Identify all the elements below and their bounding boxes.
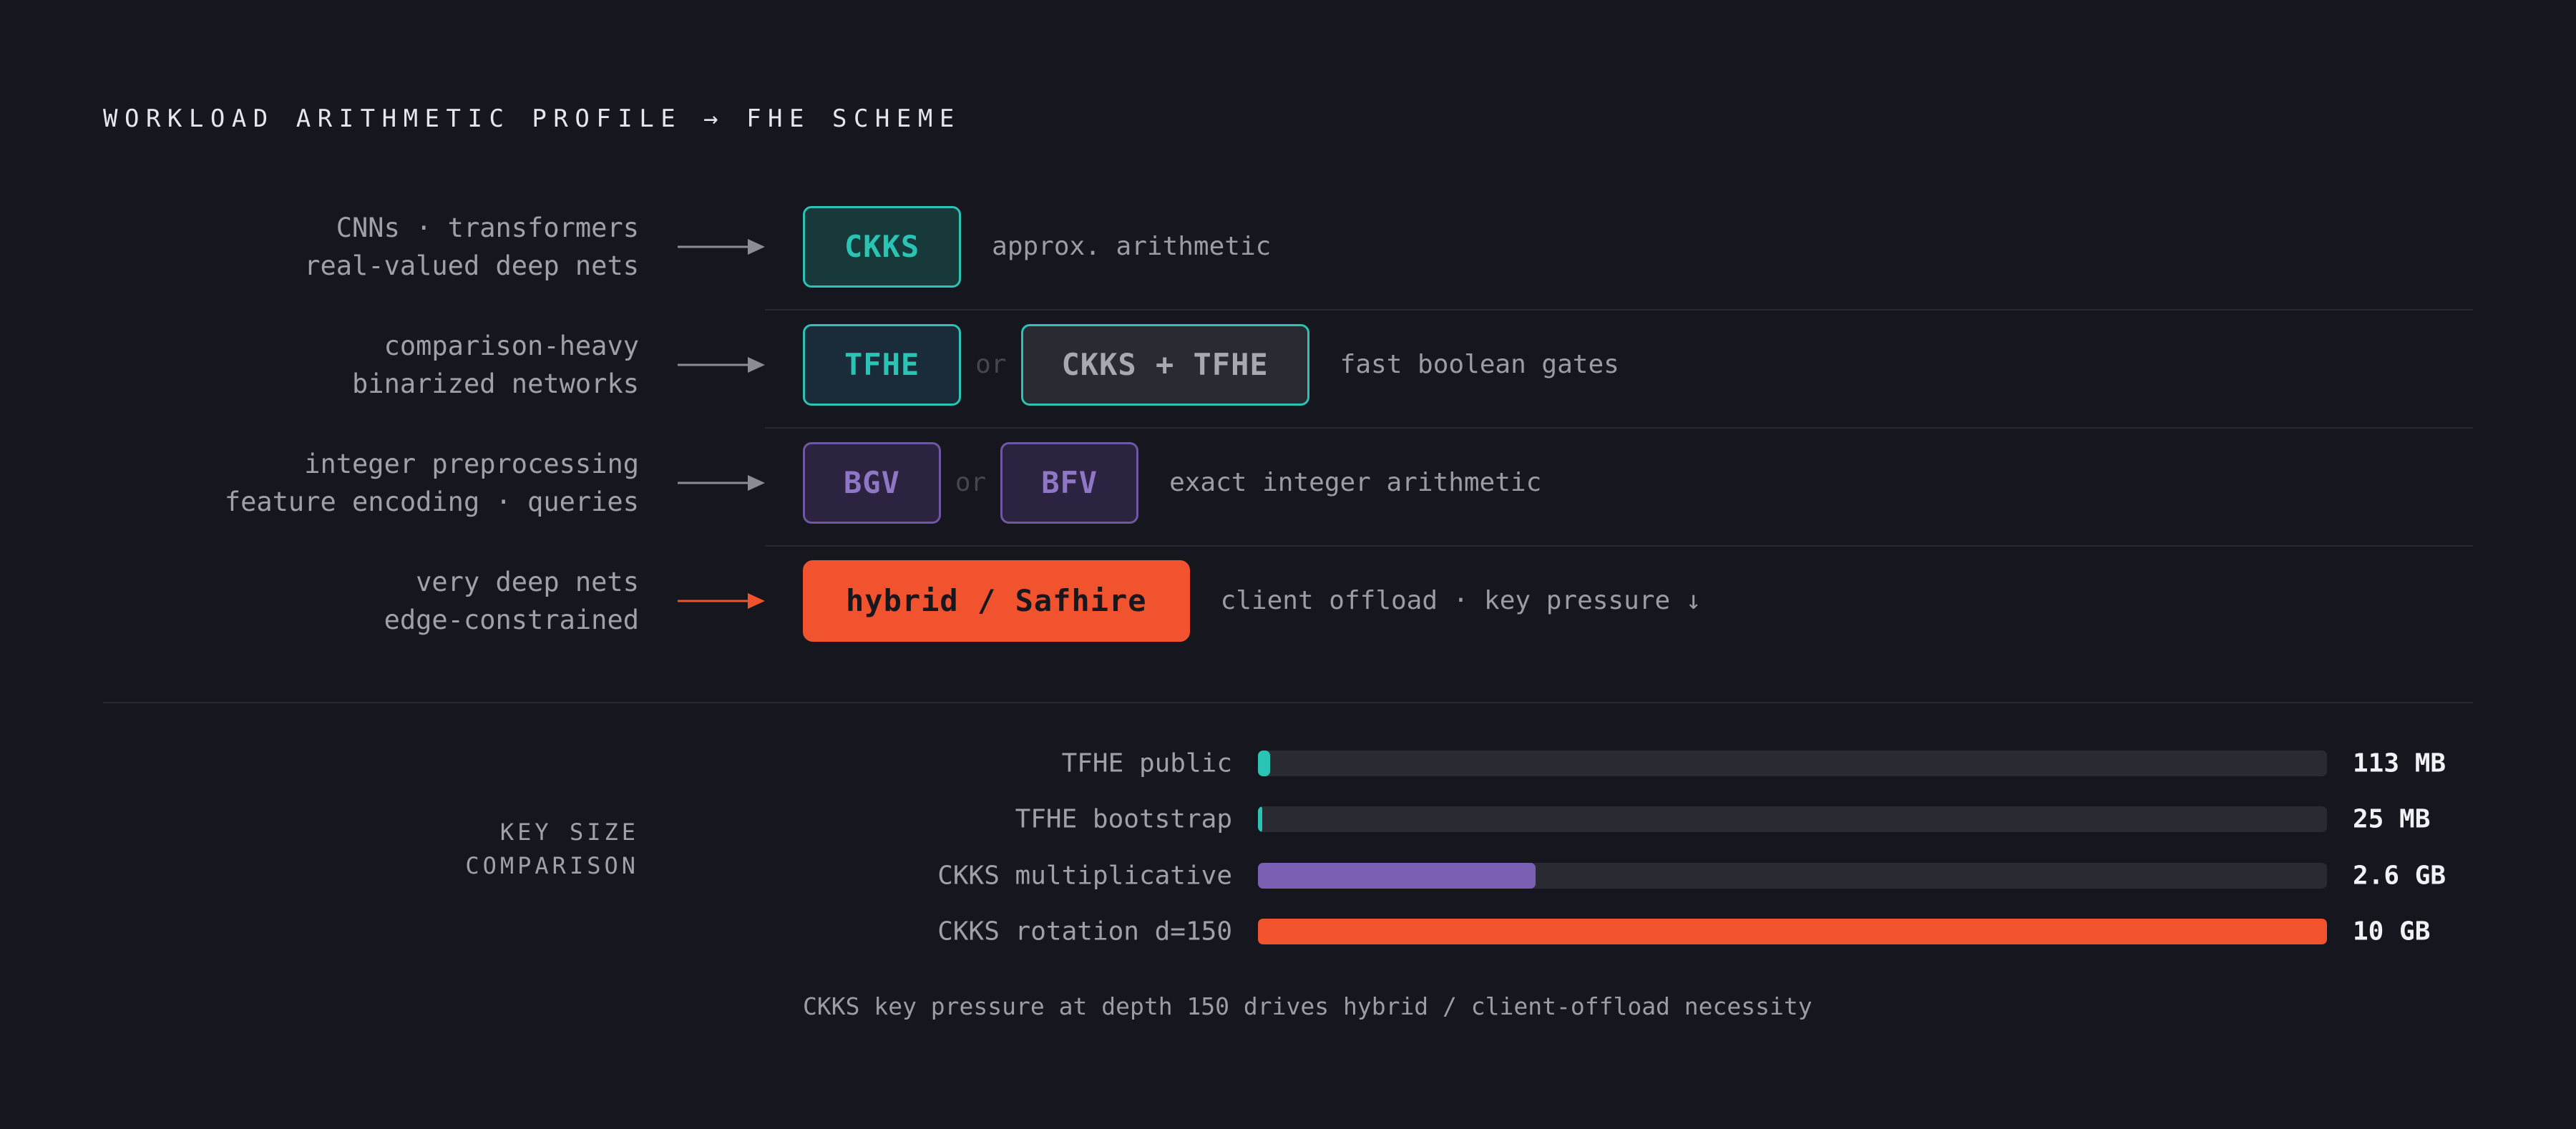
or-separator: or [955,468,987,497]
workload-line: very deep nets [416,566,639,597]
key-size-bar-fill [1258,919,2327,944]
scheme-description: fast boolean gates [1340,350,1619,379]
key-size-bar-value: 25 MB [2353,804,2431,834]
scheme-row-tfhe: comparison-heavy binarized networks TFHE… [0,306,2576,424]
diagram-title: WORKLOAD ARITHMETIC PROFILE → FHE SCHEME [103,104,961,133]
key-size-bar-track [1258,863,2327,889]
key-size-bar-label: TFHE public [1061,748,1232,778]
workload-line: real-valued deep nets [304,250,639,281]
scheme-chip-ckks-tfhe: CKKS + TFHE [1020,323,1309,406]
scheme-description: exact integer arithmetic [1169,468,1542,497]
section-divider [103,702,2473,703]
scheme-row-hybrid: very deep nets edge-constrained hybrid /… [0,542,2576,660]
arrow-right-icon [678,356,765,373]
arrow-right-icon [678,238,765,255]
scheme-row-ckks: CNNs · transformers real-valued deep net… [0,187,2576,306]
workload-line: feature encoding · queries [224,486,639,517]
key-size-bar-fill [1258,806,1262,832]
key-size-bar-row: CKKS rotation d=150 10 GB [0,910,2576,953]
workload-line: edge-constrained [384,604,639,635]
workload-line: CNNs · transformers [336,212,639,243]
scheme-chips: CKKS approx. arithmetic [803,205,1272,288]
key-size-bar-value: 10 GB [2353,917,2431,947]
scheme-chip-bfv: BFV [1000,441,1139,524]
key-size-bar-track [1258,919,2327,944]
scheme-description: client offload · key pressure ↓ [1220,586,1702,615]
scheme-chip-hybrid-safhire: hybrid / Safhire [803,559,1190,642]
scheme-chips: hybrid / Safhire client offload · key pr… [803,559,1702,642]
workload-line: binarized networks [352,368,639,399]
workload-description: very deep nets edge-constrained [384,563,639,639]
key-size-bar-label: TFHE bootstrap [1015,804,1232,834]
diagram-canvas: WORKLOAD ARITHMETIC PROFILE → FHE SCHEME… [0,0,2576,1129]
workload-line: integer preprocessing [304,448,639,479]
or-separator: or [975,350,1007,379]
workload-description: integer preprocessing feature encoding ·… [225,445,639,521]
footnote: CKKS key pressure at depth 150 drives hy… [803,992,1813,1020]
key-size-bar-value: 2.6 GB [2353,861,2446,891]
arrow-right-icon [678,592,765,609]
key-size-bar-fill [1258,863,1536,889]
scheme-chip-bgv: BGV [803,441,941,524]
key-size-bar-row: TFHE public 113 MB [0,742,2576,785]
workload-description: CNNs · transformers real-valued deep net… [304,209,639,285]
key-size-bar-track [1258,751,2327,776]
scheme-chips: BGV or BFV exact integer arithmetic [803,441,1542,524]
key-size-bar-row: CKKS multiplicative 2.6 GB [0,854,2576,897]
scheme-chip-tfhe: TFHE [803,323,962,406]
scheme-description: approx. arithmetic [992,232,1272,261]
arrow-right-icon [678,474,765,491]
key-size-bar-track [1258,806,2327,832]
key-size-bar-fill [1258,751,1270,776]
workload-line: comparison-heavy [384,330,639,361]
key-size-bar-row: TFHE bootstrap 25 MB [0,798,2576,841]
scheme-chips: TFHE or CKKS + TFHE fast boolean gates [803,323,1619,406]
key-size-bar-label: CKKS multiplicative [937,861,1232,891]
key-size-bar-value: 113 MB [2353,748,2446,778]
workload-description: comparison-heavy binarized networks [352,327,639,403]
scheme-chip-ckks: CKKS [803,205,962,288]
scheme-row-bgv-bfv: integer preprocessing feature encoding ·… [0,424,2576,542]
key-size-bar-label: CKKS rotation d=150 [937,917,1232,947]
